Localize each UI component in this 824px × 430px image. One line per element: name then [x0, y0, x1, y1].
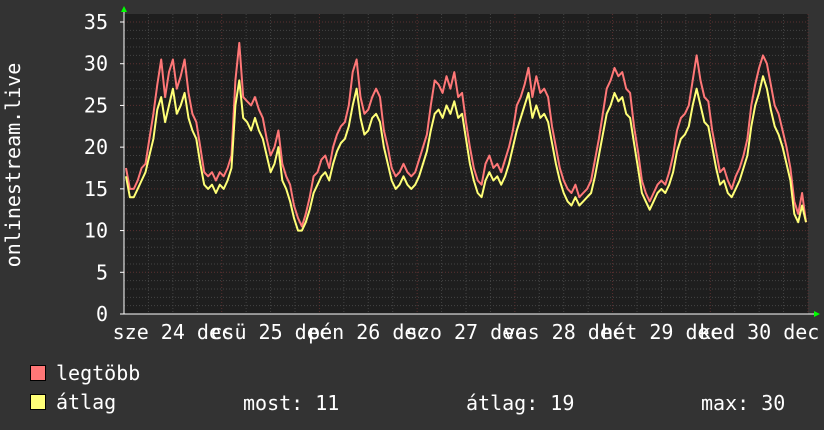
legend-label-atlag: átlag [56, 390, 117, 414]
x-tick-label: ked 30 dec [699, 320, 819, 344]
legend-swatch-legtobb [30, 365, 46, 381]
y-axis-label: onlinestream.live [1, 63, 25, 268]
y-tick-label: 10 [84, 219, 108, 243]
y-axis-ticks: 0 5 10 15 20 25 30 35 [84, 10, 124, 326]
y-tick-label: 30 [84, 52, 108, 76]
legend-item-atlag: átlag [30, 390, 117, 414]
y-tick-label: 0 [96, 302, 108, 326]
legend-label-legtobb: legtöbb [56, 361, 141, 385]
x-axis-arrow-icon [814, 311, 820, 317]
x-axis-ticks: sze 24 deccsü 25 decpén 26 decszo 27 dec… [113, 320, 820, 344]
y-tick-label: 20 [84, 135, 108, 159]
stat-max: max: 30 [701, 391, 786, 415]
y-tick-label: 15 [84, 177, 108, 201]
y-tick-label: 25 [84, 93, 108, 117]
y-tick-label: 35 [84, 10, 108, 34]
stat-atlag: átlag: 19 [466, 391, 575, 415]
legend-item-legtobb: legtöbb [30, 361, 141, 385]
chart-container: { "chart_data": { "type": "line", "ylabe… [0, 0, 824, 430]
y-axis-arrow-icon [121, 6, 127, 12]
y-tick-label: 5 [96, 260, 108, 284]
legend-swatch-atlag [30, 394, 46, 410]
stat-most: most: 11 [243, 391, 340, 415]
